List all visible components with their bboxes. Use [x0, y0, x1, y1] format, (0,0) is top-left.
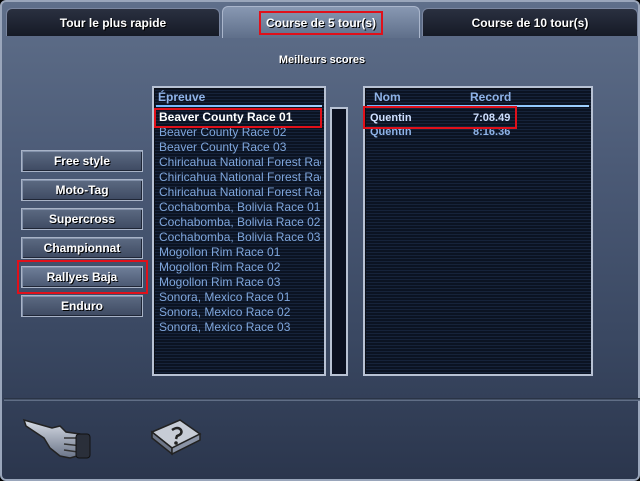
help-book-icon[interactable] — [148, 416, 204, 462]
bottom-divider — [4, 398, 640, 401]
menu-moto-tag-button[interactable]: Moto-Tag — [21, 179, 143, 201]
scores-header: Nom Record — [369, 90, 587, 106]
menu-free-style-button[interactable]: Free style — [21, 150, 143, 172]
pointing-hand-icon[interactable] — [20, 408, 94, 464]
tab-label: Course de 10 tour(s) — [471, 15, 589, 30]
list-item[interactable]: Beaver County Race 03 — [159, 140, 321, 155]
list-item[interactable]: Cochabomba, Bolivia Race 03 — [159, 230, 321, 245]
list-item[interactable]: Mogollon Rim Race 03 — [159, 275, 321, 290]
tab-10-laps[interactable]: Course de 10 tour(s) — [422, 8, 638, 36]
record-column-header: Record — [470, 90, 512, 104]
events-scrollbar[interactable] — [330, 107, 348, 376]
tab-label: Course de 5 tour(s) — [258, 10, 383, 35]
race-type-tabs: Tour le plus rapide Course de 5 tour(s) … — [6, 6, 638, 38]
list-item[interactable]: Cochabomba, Bolivia Race 02 — [159, 215, 321, 230]
list-item[interactable]: Mogollon Rim Race 02 — [159, 260, 321, 275]
events-list: Beaver County Race 01 Beaver County Race… — [159, 110, 321, 335]
game-menu-frame: Tour le plus rapide Course de 5 tour(s) … — [0, 0, 640, 481]
name-column-header: Nom — [374, 90, 401, 104]
header-divider — [156, 105, 322, 107]
list-item[interactable]: Chiricahua National Forest Race 02 — [159, 170, 321, 185]
menu-supercross-button[interactable]: Supercross — [21, 208, 143, 230]
menu-championship-button[interactable]: Championnat — [21, 237, 143, 259]
list-item[interactable]: Chiricahua National Forest Race 03 — [159, 185, 321, 200]
list-item[interactable]: Cochabomba, Bolivia Race 01 — [159, 200, 321, 215]
list-item[interactable]: Mogollon Rim Race 01 — [159, 245, 321, 260]
tab-fastest-lap[interactable]: Tour le plus rapide — [6, 8, 220, 36]
list-item[interactable]: Sonora, Mexico Race 03 — [159, 320, 321, 335]
list-item[interactable]: Sonora, Mexico Race 02 — [159, 305, 321, 320]
events-panel: Épreuve Beaver County Race 01 Beaver Cou… — [152, 86, 326, 376]
menu-enduro-button[interactable]: Enduro — [21, 295, 143, 317]
section-title: Meilleurs scores — [278, 54, 366, 66]
events-header: Épreuve — [158, 90, 206, 104]
event-selection-highlight — [154, 108, 322, 128]
tab-5-laps[interactable]: Course de 5 tour(s) — [222, 6, 420, 38]
selection-highlight — [17, 260, 148, 294]
list-item[interactable]: Sonora, Mexico Race 01 — [159, 290, 321, 305]
list-item[interactable]: Chiricahua National Forest Race 01 — [159, 155, 321, 170]
tab-label: Tour le plus rapide — [59, 15, 167, 30]
scores-panel: Nom Record Quentin 7:08.49 Quentin 8:16.… — [363, 86, 593, 376]
score-selection-highlight — [363, 106, 517, 129]
